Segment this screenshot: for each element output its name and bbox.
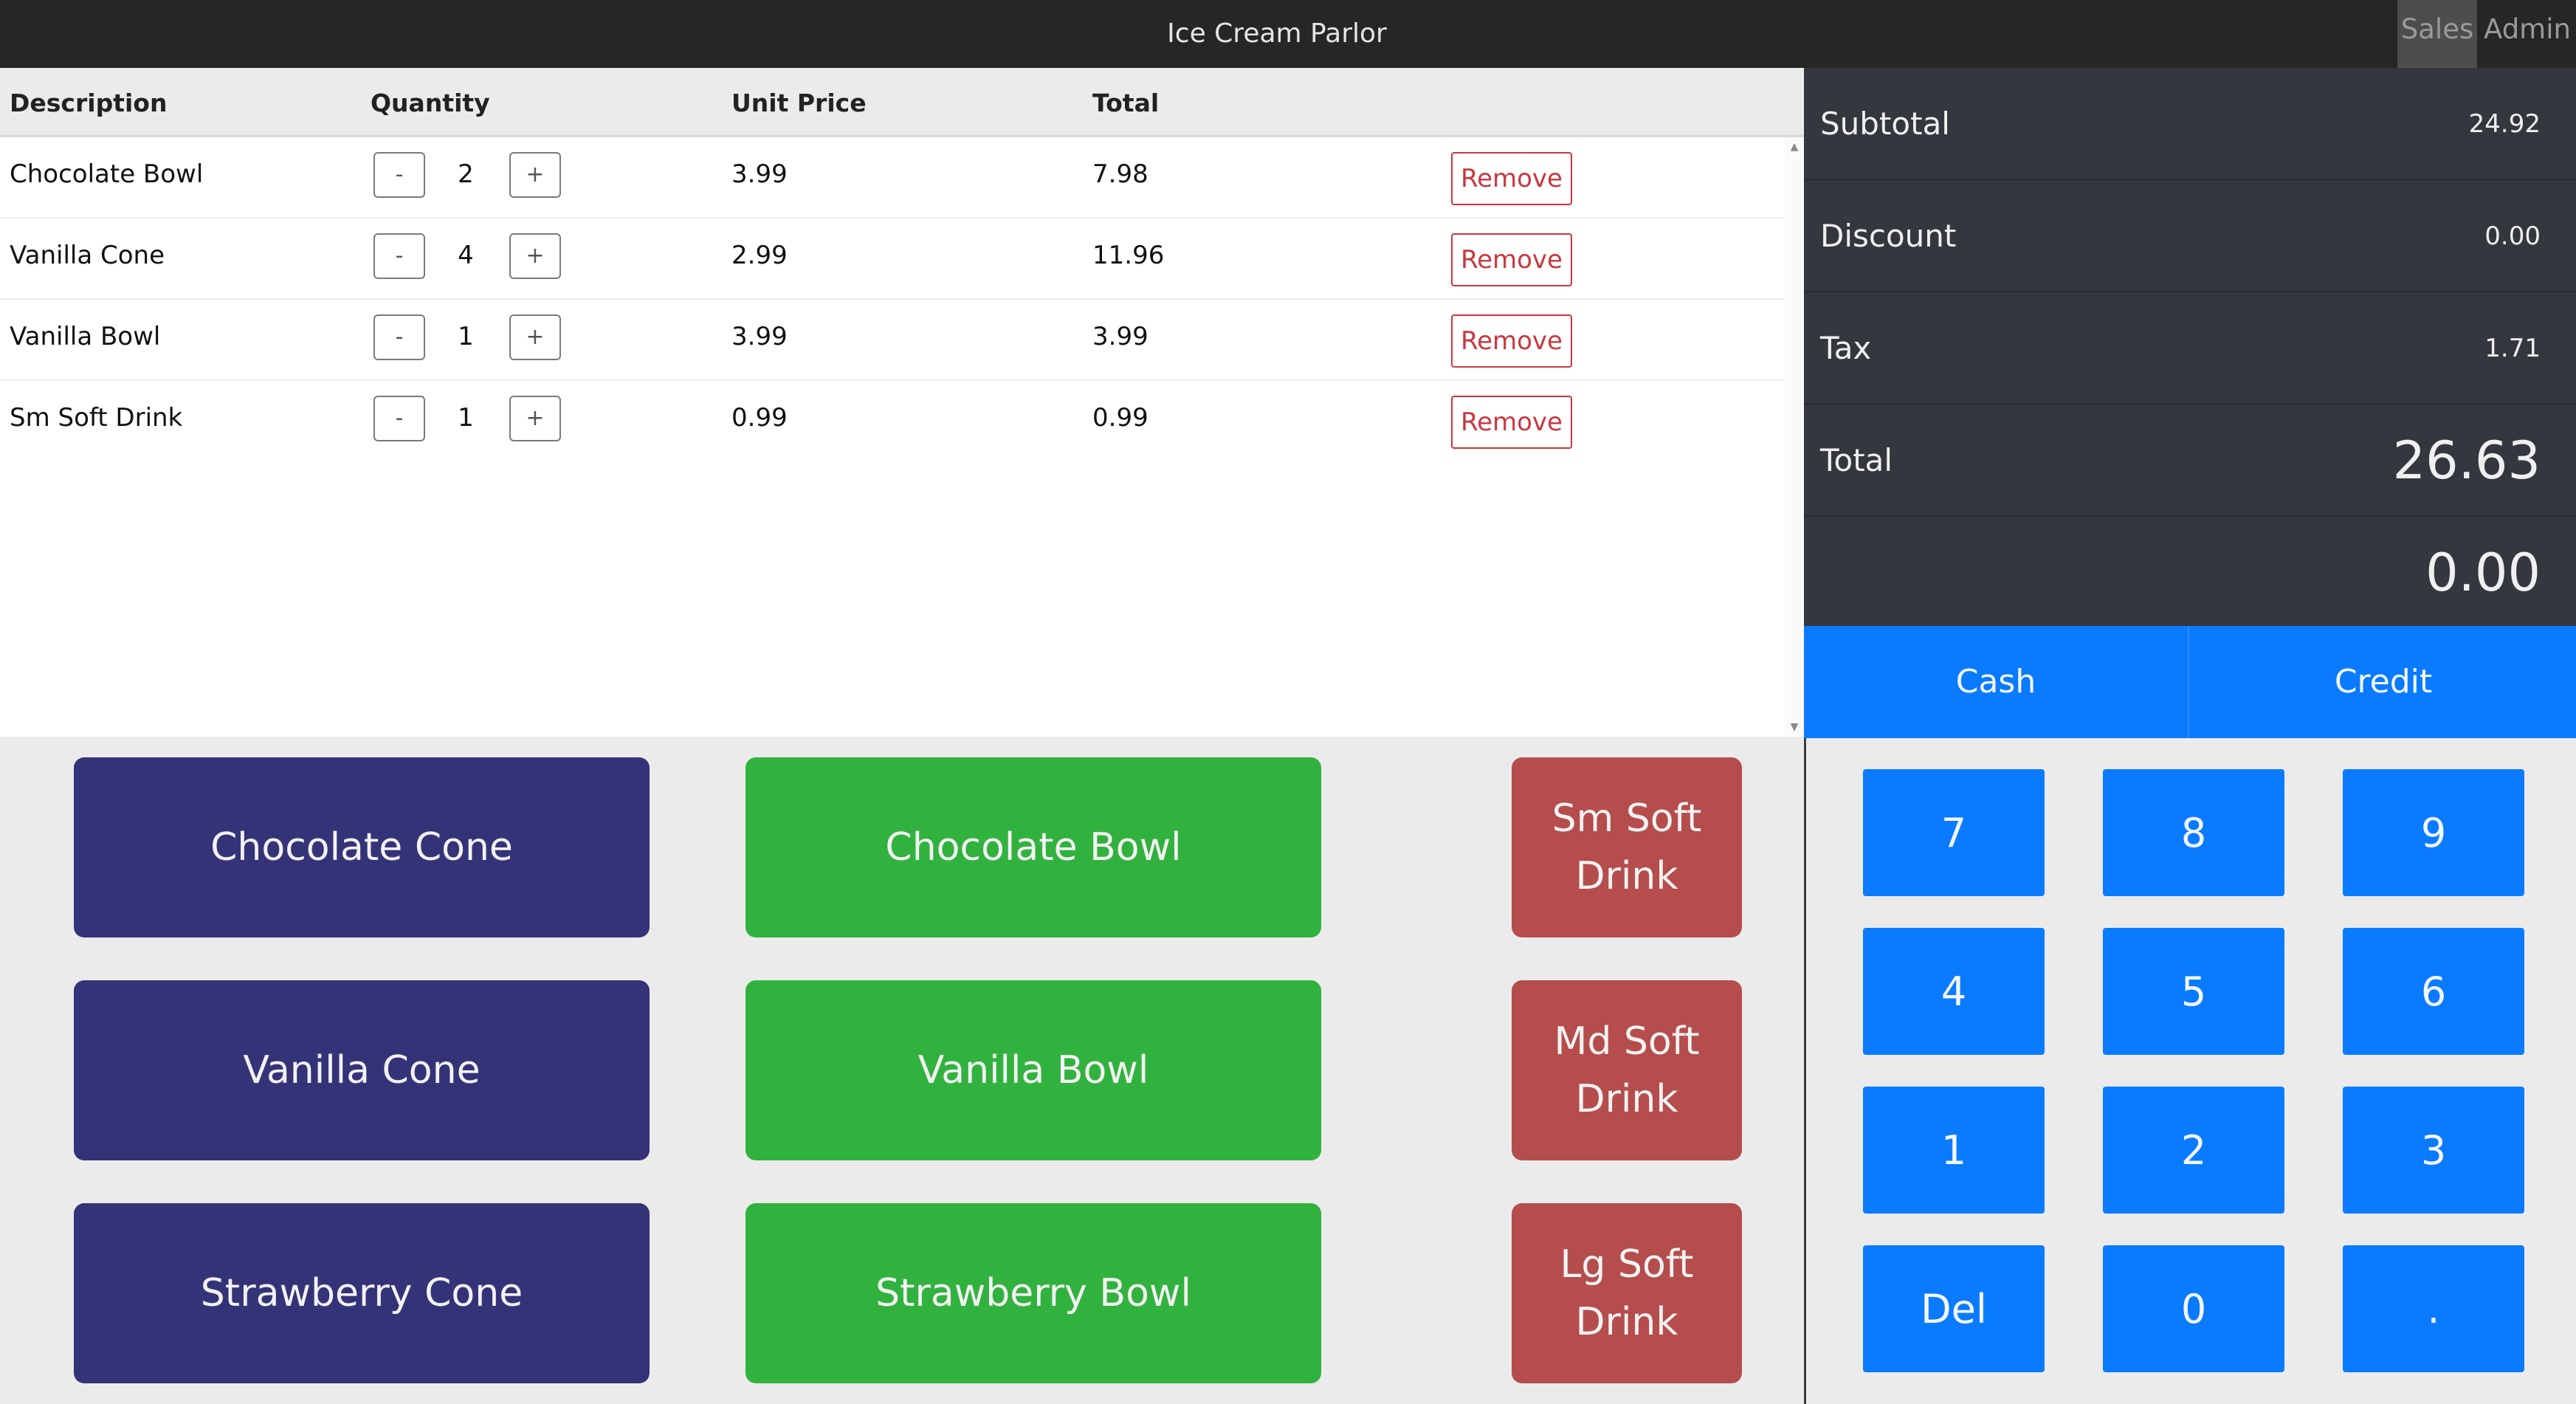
nav-tab-sales[interactable]: Sales xyxy=(2397,0,2477,68)
item-quantity: 1 xyxy=(458,322,474,351)
order-row: Vanilla Cone - 4 + 2.99 11.96 Remove xyxy=(0,218,1785,300)
remove-item-button[interactable]: Remove xyxy=(1451,233,1572,286)
decrease-quantity-button[interactable]: - xyxy=(373,396,425,441)
order-panel: Description Quantity Unit Price Total Ch… xyxy=(0,68,1804,737)
item-quantity: 4 xyxy=(458,241,474,270)
tax-label: Tax xyxy=(1820,330,1872,366)
increase-quantity-button[interactable]: + xyxy=(509,396,561,441)
keypad-key-8[interactable]: 8 xyxy=(2103,769,2284,896)
increase-quantity-button[interactable]: + xyxy=(509,152,561,198)
subtotal-row: Subtotal 24.92 xyxy=(1804,68,2576,180)
item-description: Vanilla Cone xyxy=(10,241,165,270)
credit-button[interactable]: Credit xyxy=(2191,626,2576,738)
product-button-sm-soft-drink[interactable]: Sm Soft Drink xyxy=(1512,757,1742,937)
total-value: 26.63 xyxy=(2392,430,2541,491)
order-scrollbar[interactable]: ▲ ▼ xyxy=(1785,137,1804,737)
totals-panel: Subtotal 24.92 Discount 0.00 Tax 1.71 To… xyxy=(1804,68,2576,626)
product-button-md-soft-drink[interactable]: Md Soft Drink xyxy=(1512,980,1742,1160)
scroll-down-arrow-icon[interactable]: ▼ xyxy=(1785,718,1804,737)
increase-quantity-button[interactable]: + xyxy=(509,233,561,279)
subtotal-value: 24.92 xyxy=(2468,109,2541,139)
subtotal-label: Subtotal xyxy=(1820,106,1950,142)
product-button-vanilla-bowl[interactable]: Vanilla Bowl xyxy=(745,980,1321,1160)
item-quantity: 2 xyxy=(458,159,474,189)
item-description: Sm Soft Drink xyxy=(10,403,183,433)
keypad-key-6[interactable]: 6 xyxy=(2343,928,2524,1055)
item-description: Vanilla Bowl xyxy=(10,322,161,351)
tendered-row: 0.00 xyxy=(1804,517,2576,629)
product-button-strawberry-bowl[interactable]: Strawberry Bowl xyxy=(745,1203,1321,1383)
item-unit-price: 3.99 xyxy=(731,159,788,189)
keypad-key-3[interactable]: 3 xyxy=(2343,1087,2524,1214)
total-label: Total xyxy=(1820,442,1893,478)
total-row: Total 26.63 xyxy=(1804,405,2576,517)
keypad-key-0[interactable]: 0 xyxy=(2103,1245,2284,1372)
order-row: Chocolate Bowl - 2 + 3.99 7.98 Remove xyxy=(0,137,1785,218)
payment-buttons: Cash Credit xyxy=(1804,626,2576,738)
increase-quantity-button[interactable]: + xyxy=(509,314,561,360)
keypad-key-1[interactable]: 1 xyxy=(1863,1087,2045,1214)
column-header-total: Total xyxy=(1092,89,1160,117)
order-row: Vanilla Bowl - 1 + 3.99 3.99 Remove xyxy=(0,300,1785,381)
order-row: Sm Soft Drink - 1 + 0.99 0.99 Remove xyxy=(0,381,1785,462)
keypad-key-9[interactable]: 9 xyxy=(2343,769,2524,896)
item-total: 11.96 xyxy=(1092,241,1165,270)
top-bar: Ice Cream Parlor Sales Admin xyxy=(0,0,2576,68)
product-button-lg-soft-drink[interactable]: Lg Soft Drink xyxy=(1512,1203,1742,1383)
decrease-quantity-button[interactable]: - xyxy=(373,233,425,279)
cash-button[interactable]: Cash xyxy=(1804,626,2189,738)
keypad-key-7[interactable]: 7 xyxy=(1863,769,2045,896)
decrease-quantity-button[interactable]: - xyxy=(373,152,425,198)
item-total: 0.99 xyxy=(1092,403,1148,433)
product-button-strawberry-cone[interactable]: Strawberry Cone xyxy=(74,1203,650,1383)
product-button-chocolate-bowl[interactable]: Chocolate Bowl xyxy=(745,757,1321,937)
order-table-header: Description Quantity Unit Price Total xyxy=(0,68,1804,137)
order-rows: Chocolate Bowl - 2 + 3.99 7.98 Remove Va… xyxy=(0,137,1785,462)
nav-tab-admin[interactable]: Admin xyxy=(2479,0,2576,68)
item-unit-price: 0.99 xyxy=(731,403,788,433)
discount-value: 0.00 xyxy=(2484,221,2541,251)
remove-item-button[interactable]: Remove xyxy=(1451,396,1572,449)
tax-value: 1.71 xyxy=(2484,334,2541,363)
discount-label: Discount xyxy=(1820,218,1957,254)
item-quantity: 1 xyxy=(458,403,474,433)
keypad-decimal-button[interactable]: . xyxy=(2343,1245,2524,1372)
remove-item-button[interactable]: Remove xyxy=(1451,314,1572,368)
item-unit-price: 2.99 xyxy=(731,241,788,270)
product-grid: Chocolate Cone Vanilla Cone Strawberry C… xyxy=(0,737,1804,1404)
remove-item-button[interactable]: Remove xyxy=(1451,152,1572,205)
product-button-vanilla-cone[interactable]: Vanilla Cone xyxy=(74,980,650,1160)
keypad-key-2[interactable]: 2 xyxy=(2103,1087,2284,1214)
item-total: 7.98 xyxy=(1092,159,1148,189)
product-button-chocolate-cone[interactable]: Chocolate Cone xyxy=(74,757,650,937)
keypad-key-4[interactable]: 4 xyxy=(1863,928,2045,1055)
keypad-delete-button[interactable]: Del xyxy=(1863,1245,2045,1372)
column-header-quantity: Quantity xyxy=(371,89,490,117)
scroll-up-arrow-icon[interactable]: ▲ xyxy=(1785,137,1804,156)
decrease-quantity-button[interactable]: - xyxy=(373,314,425,360)
keypad-key-5[interactable]: 5 xyxy=(2103,928,2284,1055)
item-total: 3.99 xyxy=(1092,322,1148,351)
item-description: Chocolate Bowl xyxy=(10,159,204,189)
column-header-description: Description xyxy=(10,89,168,117)
discount-row: Discount 0.00 xyxy=(1804,180,2576,292)
item-unit-price: 3.99 xyxy=(731,322,788,351)
numeric-keypad: 7 8 9 4 5 6 1 2 3 Del 0 . xyxy=(1804,738,2576,1404)
tax-row: Tax 1.71 xyxy=(1804,292,2576,405)
app-title: Ice Cream Parlor xyxy=(1167,18,1387,49)
tendered-amount-display: 0.00 xyxy=(2425,543,2541,603)
column-header-unit-price: Unit Price xyxy=(731,89,867,117)
